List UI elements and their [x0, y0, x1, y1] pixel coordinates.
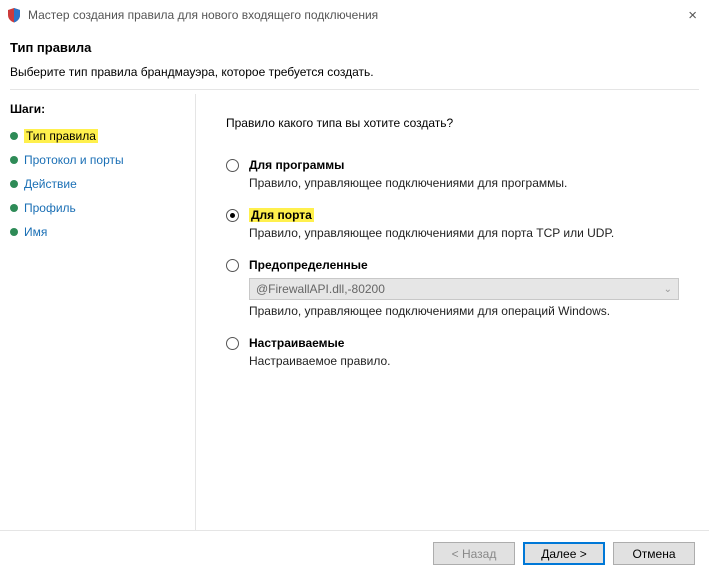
option-predefined-desc: Правило, управляющее подключениями для о… [249, 304, 679, 318]
radio-port[interactable] [226, 209, 239, 222]
page-subtitle: Выберите тип правила брандмауэра, которо… [10, 65, 699, 79]
page-title: Тип правила [10, 40, 699, 55]
radio-program[interactable] [226, 159, 239, 172]
step-bullet-icon [10, 132, 18, 140]
main-panel: Правило какого типа вы хотите создать? Д… [195, 94, 709, 530]
wizard-header: Тип правила Выберите тип правила брандма… [0, 30, 709, 96]
predefined-combo-value: @FirewallAPI.dll,-80200 [256, 282, 385, 296]
option-port-desc: Правило, управляющее подключениями для п… [249, 226, 679, 240]
window-title: Мастер создания правила для нового входя… [28, 8, 661, 22]
wizard-footer: < Назад Далее > Отмена [0, 530, 709, 576]
step-bullet-icon [10, 228, 18, 236]
steps-sidebar: Шаги: Тип правила Протокол и порты Дейст… [0, 94, 195, 530]
step-label: Протокол и порты [24, 153, 124, 167]
step-action[interactable]: Действие [10, 172, 195, 196]
titlebar: Мастер создания правила для нового входя… [0, 0, 709, 30]
back-button: < Назад [433, 542, 515, 565]
step-label: Действие [24, 177, 77, 191]
close-icon[interactable]: × [661, 7, 701, 24]
prompt-text: Правило какого типа вы хотите создать? [226, 116, 679, 130]
next-button[interactable]: Далее > [523, 542, 605, 565]
option-port-label: Для порта [249, 208, 314, 222]
step-protocol-ports[interactable]: Протокол и порты [10, 148, 195, 172]
option-custom: Настраиваемые Настраиваемое правило. [226, 336, 679, 368]
step-profile[interactable]: Профиль [10, 196, 195, 220]
radio-custom[interactable] [226, 337, 239, 350]
option-predefined-label: Предопределенные [249, 258, 368, 272]
option-program: Для программы Правило, управляющее подкл… [226, 158, 679, 190]
step-rule-type[interactable]: Тип правила [10, 124, 195, 148]
step-bullet-icon [10, 204, 18, 212]
option-program-desc: Правило, управляющее подключениями для п… [249, 176, 679, 190]
option-custom-desc: Настраиваемое правило. [249, 354, 679, 368]
option-predefined: Предопределенные @FirewallAPI.dll,-80200… [226, 258, 679, 318]
step-label: Имя [24, 225, 47, 239]
option-program-label: Для программы [249, 158, 344, 172]
predefined-combo: @FirewallAPI.dll,-80200 ⌄ [249, 278, 679, 300]
option-custom-label: Настраиваемые [249, 336, 344, 350]
app-icon [6, 7, 22, 23]
radio-predefined[interactable] [226, 259, 239, 272]
step-bullet-icon [10, 180, 18, 188]
steps-heading: Шаги: [10, 102, 195, 116]
chevron-down-icon: ⌄ [664, 284, 672, 295]
header-divider [10, 89, 699, 90]
step-bullet-icon [10, 156, 18, 164]
option-port: Для порта Правило, управляющее подключен… [226, 208, 679, 240]
cancel-button[interactable]: Отмена [613, 542, 695, 565]
step-label: Профиль [24, 201, 76, 215]
step-label: Тип правила [24, 129, 98, 143]
step-name[interactable]: Имя [10, 220, 195, 244]
